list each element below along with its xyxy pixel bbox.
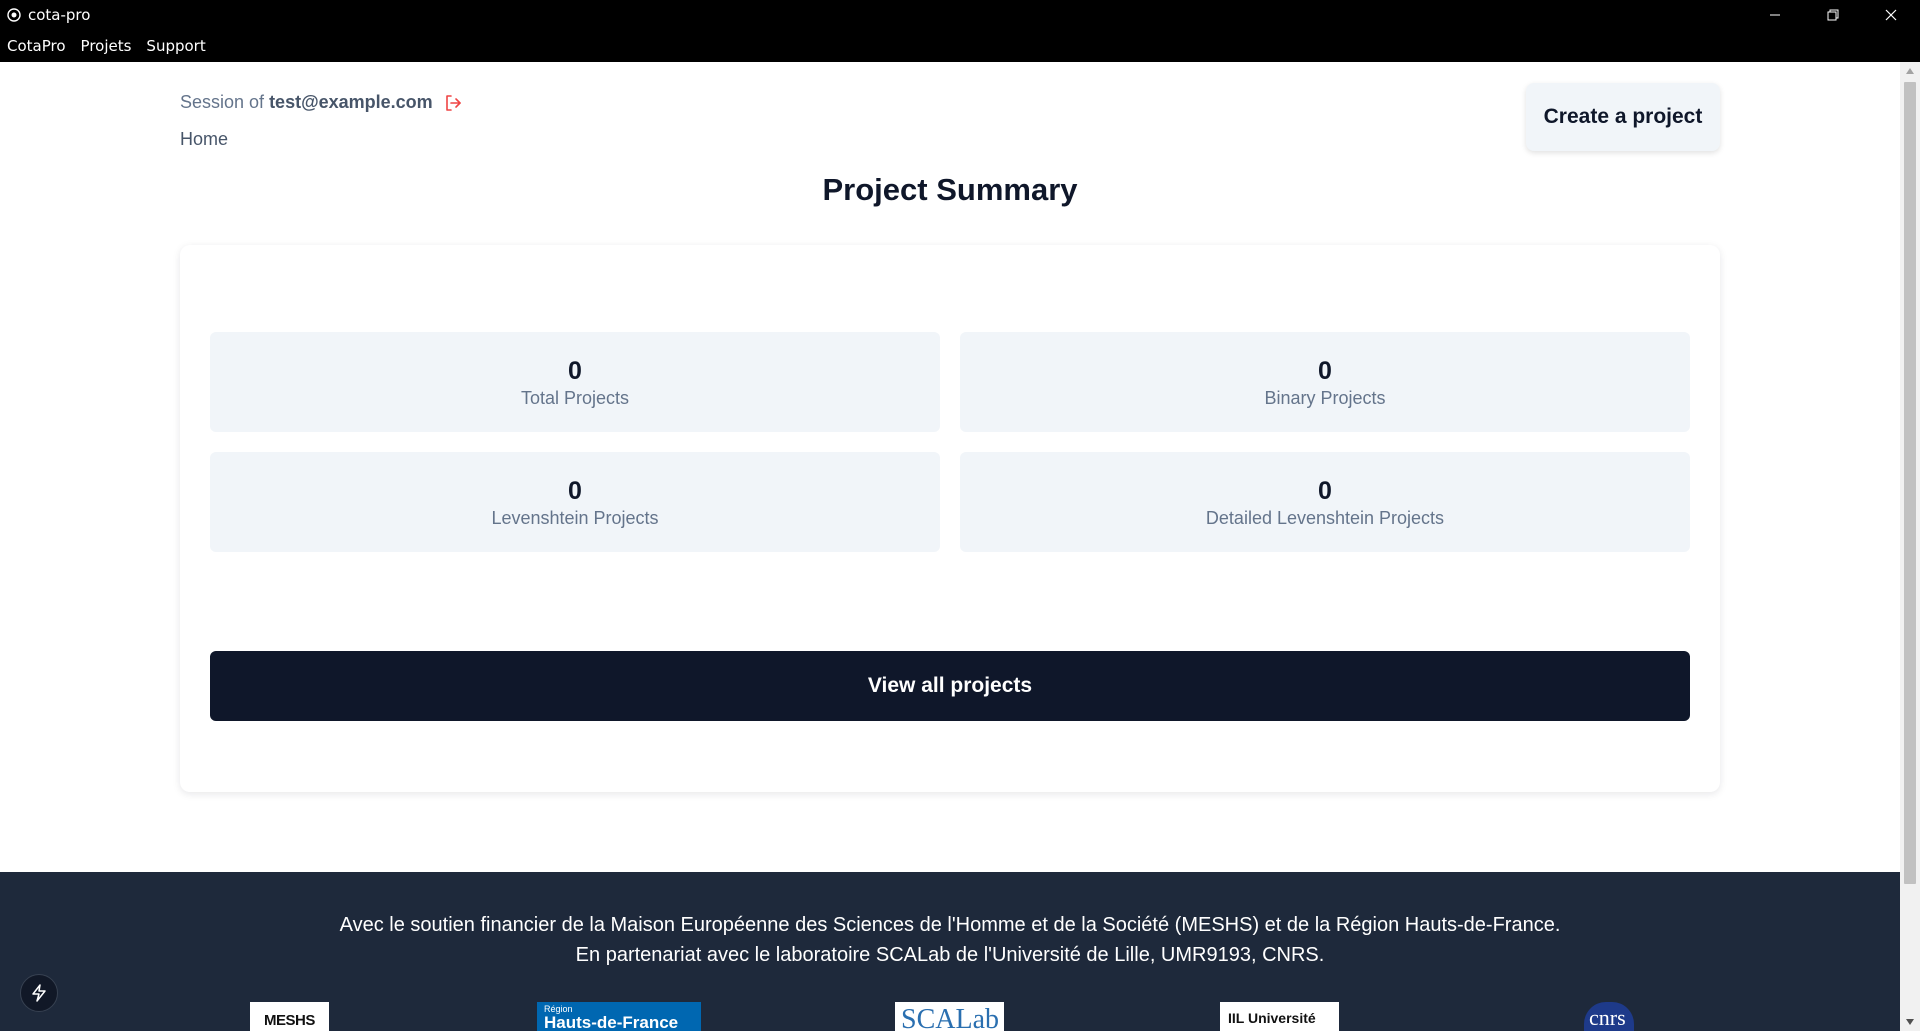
stat-binary-projects: 0 Binary Projects <box>960 332 1690 432</box>
stat-levenshtein-projects: 0 Levenshtein Projects <box>210 452 940 552</box>
menu-item-support[interactable]: Support <box>146 37 205 55</box>
create-project-button[interactable]: Create a project <box>1526 83 1720 151</box>
app-viewport: Session of test@example.com Home Create … <box>0 62 1920 1031</box>
scroll-down-icon[interactable] <box>1900 1013 1920 1031</box>
app-icon <box>6 7 22 23</box>
footer-funding-text: Avec le soutien financier de la Maison E… <box>339 914 1561 936</box>
stat-label: Total Projects <box>520 387 630 408</box>
stat-detailed-levenshtein-projects: 0 Detailed Levenshtein Projects <box>960 452 1690 552</box>
scrollbar-thumb[interactable] <box>1904 82 1916 884</box>
summary-card: 0 Total Projects 0 Binary Projects 0 Lev… <box>180 245 1720 792</box>
stat-value: 0 <box>568 356 582 385</box>
bolt-icon[interactable] <box>20 974 58 1012</box>
universite-lille-logo: IIL Université <box>1220 1002 1339 1031</box>
session-email: test@example.com <box>269 92 433 112</box>
breadcrumb[interactable]: Home <box>180 129 228 150</box>
scroll-up-icon[interactable] <box>1900 62 1920 80</box>
menu-item-projets[interactable]: Projets <box>81 37 132 55</box>
stats-grid: 0 Total Projects 0 Binary Projects 0 Lev… <box>210 332 1690 552</box>
stat-label: Detailed Levenshtein Projects <box>1205 507 1445 528</box>
page-title: Project Summary <box>822 172 1078 207</box>
session-prefix: Session of <box>180 92 265 112</box>
view-all-projects-button[interactable]: View all projects <box>210 651 1690 721</box>
lille-logo-text: IIL Université <box>1228 1010 1316 1026</box>
window-controls <box>1746 0 1920 29</box>
stat-label: Levenshtein Projects <box>491 507 659 528</box>
hauts-de-france-logo: Région Hauts-de-France <box>537 1002 701 1031</box>
stat-label: Binary Projects <box>1264 387 1386 408</box>
stat-value: 0 <box>568 476 582 505</box>
close-icon[interactable] <box>1862 0 1920 29</box>
vertical-scrollbar[interactable] <box>1900 62 1920 1031</box>
title-bar: cota-pro <box>0 0 1920 29</box>
window-title: cota-pro <box>28 5 91 24</box>
stat-total-projects: 0 Total Projects <box>210 332 940 432</box>
scalab-logo-text: SCALab <box>901 1004 999 1031</box>
scalab-logo: SCALab <box>895 1002 1004 1031</box>
restore-icon[interactable] <box>1804 0 1862 29</box>
session-info: Session of test@example.com <box>180 92 463 113</box>
minimize-icon[interactable] <box>1746 0 1804 29</box>
meshs-logo: MESHS <box>250 1002 329 1031</box>
footer-partner-text: En partenariat avec le laboratoire SCALa… <box>575 944 1325 966</box>
logout-icon[interactable] <box>443 93 463 113</box>
menu-item-cotapro[interactable]: CotaPro <box>7 37 66 55</box>
page-content: Session of test@example.com Home Create … <box>0 62 1900 1031</box>
stat-value: 0 <box>1318 356 1332 385</box>
hdf-logo-big: Hauts-de-France <box>544 1013 679 1031</box>
stat-value: 0 <box>1318 476 1332 505</box>
cnrs-logo-text: cnrs <box>1589 1005 1626 1030</box>
meshs-logo-text: MESHS <box>264 1012 315 1029</box>
menu-bar: CotaPro Projets Support <box>0 29 1920 62</box>
